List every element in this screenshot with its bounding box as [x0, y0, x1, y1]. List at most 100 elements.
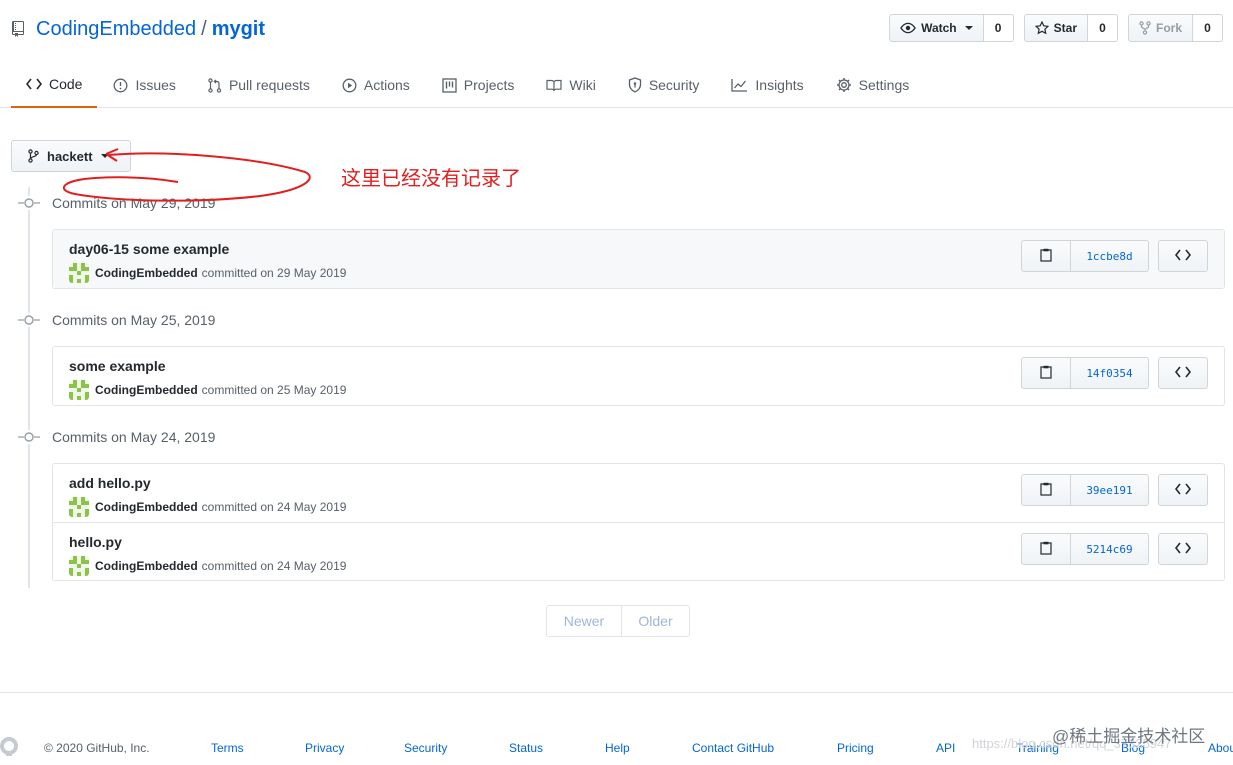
repo-title: CodingEmbedded / mygit [12, 14, 265, 44]
avatar[interactable] [69, 263, 89, 283]
newer-button[interactable]: Newer [546, 605, 622, 637]
footer-copyright: © 2020 GitHub, Inc. [44, 741, 150, 755]
project-icon [442, 77, 457, 93]
older-button[interactable]: Older [622, 605, 690, 637]
commit-group-date: Commits on May 29, 2019 [52, 195, 216, 211]
commit-message-link[interactable]: hello.py [69, 534, 122, 550]
tab-issues-label: Issues [135, 77, 176, 93]
watermark-logo: @稀土掘金技术社区 [1052, 727, 1206, 746]
avatar[interactable] [69, 380, 89, 400]
commit-author-link[interactable]: CodingEmbedded [95, 500, 198, 514]
commit-message-link[interactable]: add hello.py [69, 475, 151, 491]
commit-item: some example CodingEmbedded committed on… [53, 347, 1224, 405]
repo-header: CodingEmbedded / mygit Watch 0 Star 0 Fo… [0, 0, 1233, 108]
commit-author-link[interactable]: CodingEmbedded [95, 383, 198, 397]
commit-group-title: Commits on May 24, 2019 [18, 427, 215, 447]
footer-link-api[interactable]: API [936, 741, 955, 755]
repo-owner-link[interactable]: CodingEmbedded [36, 18, 196, 41]
shield-icon [628, 77, 642, 93]
code-icon [1174, 482, 1192, 498]
branch-icon [28, 149, 39, 163]
footer-link-privacy[interactable]: Privacy [305, 741, 344, 755]
annotation-text: 这里已经没有记录了 [341, 166, 521, 190]
commit-message-link[interactable]: some example [69, 358, 166, 374]
copy-sha-button[interactable] [1021, 240, 1071, 272]
footer-link-about[interactable]: About [1208, 741, 1233, 755]
fork-label: Fork [1155, 21, 1182, 35]
tab-pull-requests-label: Pull requests [228, 77, 310, 93]
footer-link-security[interactable]: Security [404, 741, 447, 755]
code-icon [1174, 248, 1192, 264]
commit-group-date: Commits on May 24, 2019 [52, 429, 216, 445]
footer-link-status[interactable]: Status [509, 741, 543, 755]
tab-wiki[interactable]: Wiki [530, 62, 611, 108]
footer-link-help[interactable]: Help [605, 741, 630, 755]
commit-node-icon [18, 313, 40, 327]
watch-button[interactable]: Watch [889, 14, 984, 42]
avatar[interactable] [69, 556, 89, 576]
copy-sha-button[interactable] [1021, 474, 1071, 506]
star-button[interactable]: Star [1023, 14, 1088, 42]
clipboard-icon [1040, 541, 1052, 558]
commit-links: 1ccbe8d [1021, 240, 1208, 272]
commit-node-icon [18, 196, 40, 210]
commit-sha-link[interactable]: 1ccbe8d [1071, 240, 1149, 272]
branch-select-button[interactable]: hackett [11, 140, 131, 172]
browse-files-button[interactable] [1158, 240, 1208, 272]
tab-issues[interactable]: Issues [97, 62, 191, 108]
commit-item: day06-15 some example CodingEmbedded com… [53, 230, 1224, 288]
star-label: Star [1053, 21, 1077, 35]
github-mark-icon[interactable] [0, 735, 20, 757]
commit-node-icon [18, 430, 40, 444]
tab-security[interactable]: Security [612, 62, 716, 108]
commit-meta: CodingEmbedded committed on 25 May 2019 [69, 380, 346, 400]
footer-link-contact[interactable]: Contact GitHub [692, 741, 774, 755]
commit-list: add hello.py CodingEmbedded committed on… [52, 463, 1225, 581]
repo-actions: Watch 0 Star 0 Fork 0 [889, 14, 1223, 42]
copy-sha-button[interactable] [1021, 357, 1071, 389]
chevron-down-icon [100, 154, 109, 158]
copy-sha-button[interactable] [1021, 533, 1071, 565]
footer-link-terms[interactable]: Terms [211, 741, 244, 755]
tab-actions[interactable]: Actions [326, 62, 426, 108]
commit-meta: CodingEmbedded committed on 24 May 2019 [69, 556, 346, 576]
commit-sha-link[interactable]: 5214c69 [1071, 533, 1149, 565]
watch-count[interactable]: 0 [983, 14, 1014, 42]
commit-author-link[interactable]: CodingEmbedded [95, 266, 198, 280]
tab-code[interactable]: Code [11, 62, 98, 108]
commit-list: some example CodingEmbedded committed on… [52, 346, 1225, 406]
fork-button[interactable]: Fork [1127, 14, 1193, 42]
commit-sha-link[interactable]: 14f0354 [1071, 357, 1149, 389]
commit-sha-link[interactable]: 39ee191 [1071, 474, 1149, 506]
tab-insights[interactable]: Insights [715, 62, 819, 108]
tab-projects-label: Projects [463, 77, 515, 93]
star-count[interactable]: 0 [1087, 14, 1118, 42]
tab-security-label: Security [648, 77, 700, 93]
clipboard-icon [1040, 365, 1052, 382]
commit-group-title: Commits on May 25, 2019 [18, 310, 215, 330]
browse-files-button[interactable] [1158, 357, 1208, 389]
commit-author-link[interactable]: CodingEmbedded [95, 559, 198, 573]
sha-group: 39ee191 [1021, 474, 1149, 506]
footer-link-pricing[interactable]: Pricing [837, 741, 874, 755]
avatar[interactable] [69, 497, 89, 517]
tab-projects[interactable]: Projects [426, 62, 531, 108]
tab-pull-requests[interactable]: Pull requests [192, 62, 326, 108]
fork-group: Fork 0 [1127, 14, 1223, 42]
tab-settings[interactable]: Settings [820, 62, 926, 108]
repo-name-link[interactable]: mygit [212, 18, 265, 41]
footer: © 2020 GitHub, Inc. Terms Privacy Securi… [0, 692, 1233, 765]
commit-meta: CodingEmbedded committed on 24 May 2019 [69, 497, 346, 517]
star-group: Star 0 [1023, 14, 1118, 42]
commit-list: day06-15 some example CodingEmbedded com… [52, 229, 1225, 289]
browse-files-button[interactable] [1158, 474, 1208, 506]
clipboard-icon [1040, 482, 1052, 499]
browse-files-button[interactable] [1158, 533, 1208, 565]
book-icon [546, 79, 562, 92]
commit-group-title: Commits on May 29, 2019 [18, 193, 215, 213]
fork-count[interactable]: 0 [1193, 14, 1223, 42]
commit-message-link[interactable]: day06-15 some example [69, 241, 229, 257]
tab-code-label: Code [49, 76, 83, 92]
code-icon [1174, 365, 1192, 381]
timeline-line [28, 187, 30, 588]
